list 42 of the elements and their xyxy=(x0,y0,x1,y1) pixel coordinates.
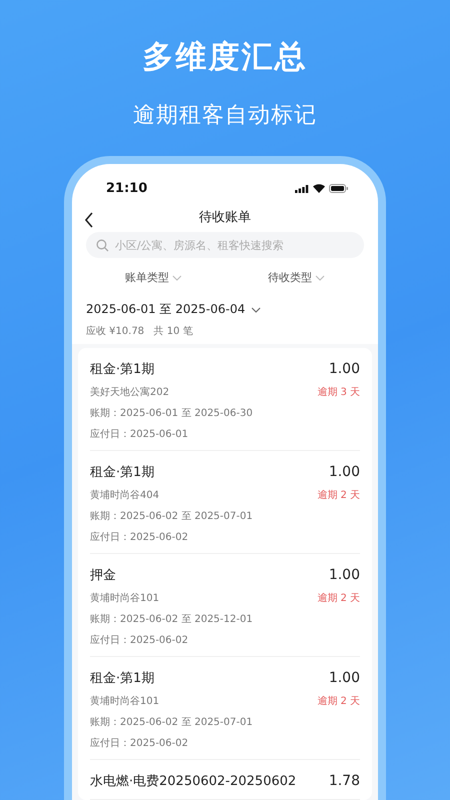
property-name: 美好天地公寓202 xyxy=(90,386,170,399)
bill-title: 租金·第1期 xyxy=(90,361,154,378)
bill-title: 租金·第1期 xyxy=(90,464,154,481)
bill-period: 账期：2025-06-02 至 2025-07-01 xyxy=(90,716,254,729)
subheadline: 逾期租客自动标记 xyxy=(133,102,317,130)
chevron-down-icon xyxy=(251,306,262,312)
summary-text: 应收 ¥10.78 共 10 笔 xyxy=(86,324,194,338)
back-icon[interactable] xyxy=(84,212,94,228)
chevron-down-icon xyxy=(315,274,325,280)
wifi-icon xyxy=(313,184,325,193)
status-time: 21:10 xyxy=(106,181,148,196)
overdue-label: 逾期 2 天 xyxy=(317,694,360,708)
headline: 多维度汇总 xyxy=(142,38,308,77)
filter-dropdown[interactable]: 账单类型 xyxy=(121,268,186,287)
battery-icon xyxy=(329,184,348,193)
due-date: 应付日：2025-06-01 xyxy=(90,428,190,441)
property-name: 黄埔时尚谷404 xyxy=(90,488,160,502)
overdue-label: 逾期 2 天 xyxy=(317,592,360,605)
bill-title: 租金·第1期 xyxy=(90,670,154,687)
bill-title: 水电燃·电费20250602-20250602 xyxy=(90,773,296,790)
signal-icon xyxy=(295,184,309,192)
page-title: 待收账单 xyxy=(199,209,251,226)
bill-amount: 1.00 xyxy=(328,670,360,686)
bill-amount: 1.00 xyxy=(328,361,360,377)
bill-period: 账期：2025-06-01 至 2025-06-30 xyxy=(90,406,254,420)
overdue-label: 逾期 3 天 xyxy=(317,386,360,399)
property-name: 黄埔时尚谷101 xyxy=(90,694,160,708)
overdue-label: 逾期 2 天 xyxy=(317,488,360,502)
due-date: 应付日：2025-06-02 xyxy=(90,634,190,647)
bill-period: 账期：2025-06-02 至 2025-12-01 xyxy=(90,612,254,626)
chevron-down-icon xyxy=(172,274,182,280)
bill-period: 账期：2025-06-02 至 2025-07-01 xyxy=(90,510,254,523)
bill-amount: 1.78 xyxy=(328,773,360,789)
date-range-selector[interactable]: 2025-06-01 至 2025-06-04 xyxy=(86,301,378,318)
search-field[interactable]: 小区/公寓、房源名、租客快速搜索 xyxy=(86,232,364,258)
due-date: 应付日：2025-06-02 xyxy=(90,736,190,750)
bill-amount: 1.00 xyxy=(328,567,360,583)
filter-dropdown[interactable]: 待收类型 xyxy=(264,268,329,287)
property-name: 黄埔时尚谷101 xyxy=(90,592,160,605)
due-date: 应付日：2025-06-02 xyxy=(90,530,190,544)
bill-amount: 1.00 xyxy=(328,464,360,480)
bill-title: 押金 xyxy=(90,567,116,584)
